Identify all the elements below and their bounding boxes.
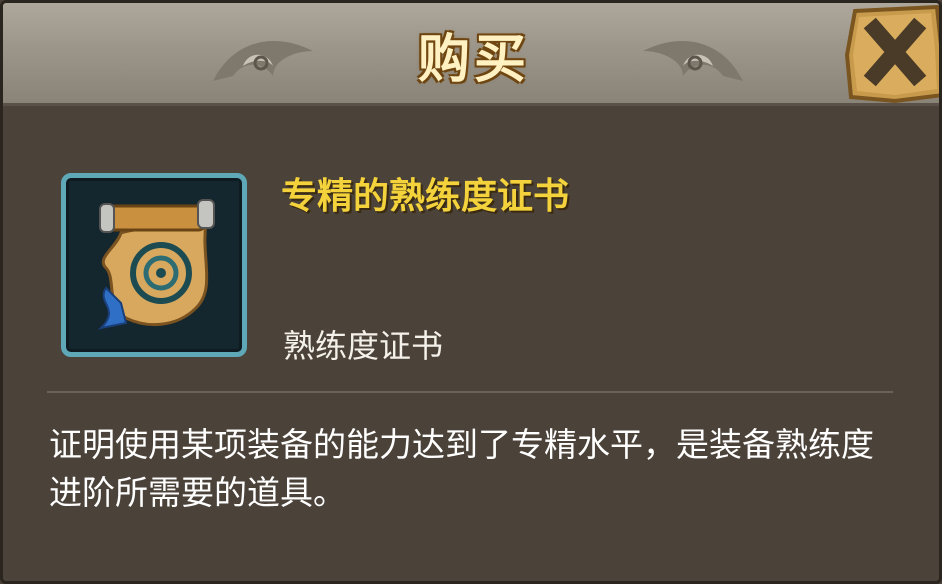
- scroll-certificate-icon: [97, 199, 215, 330]
- item-icon-frame: [61, 173, 247, 357]
- dialog-title: 购买: [417, 30, 530, 90]
- item-name: 专精的熟练度证书: [281, 176, 570, 217]
- close-x-icon: [844, 4, 939, 104]
- dialog-header: 购买: [3, 3, 939, 106]
- item-description: 证明使用某项装备的能力达到了专精水平，是装备熟练度进阶所需要的道具。: [49, 425, 874, 512]
- divider: [47, 391, 893, 393]
- item-type: 熟练度证书: [283, 327, 444, 365]
- close-button[interactable]: [844, 4, 939, 104]
- purchase-dialog: 购买 专精的熟练度证书 熟练度证书 证明使用某项装备的能力达到了专精水平，是装备…: [0, 0, 942, 584]
